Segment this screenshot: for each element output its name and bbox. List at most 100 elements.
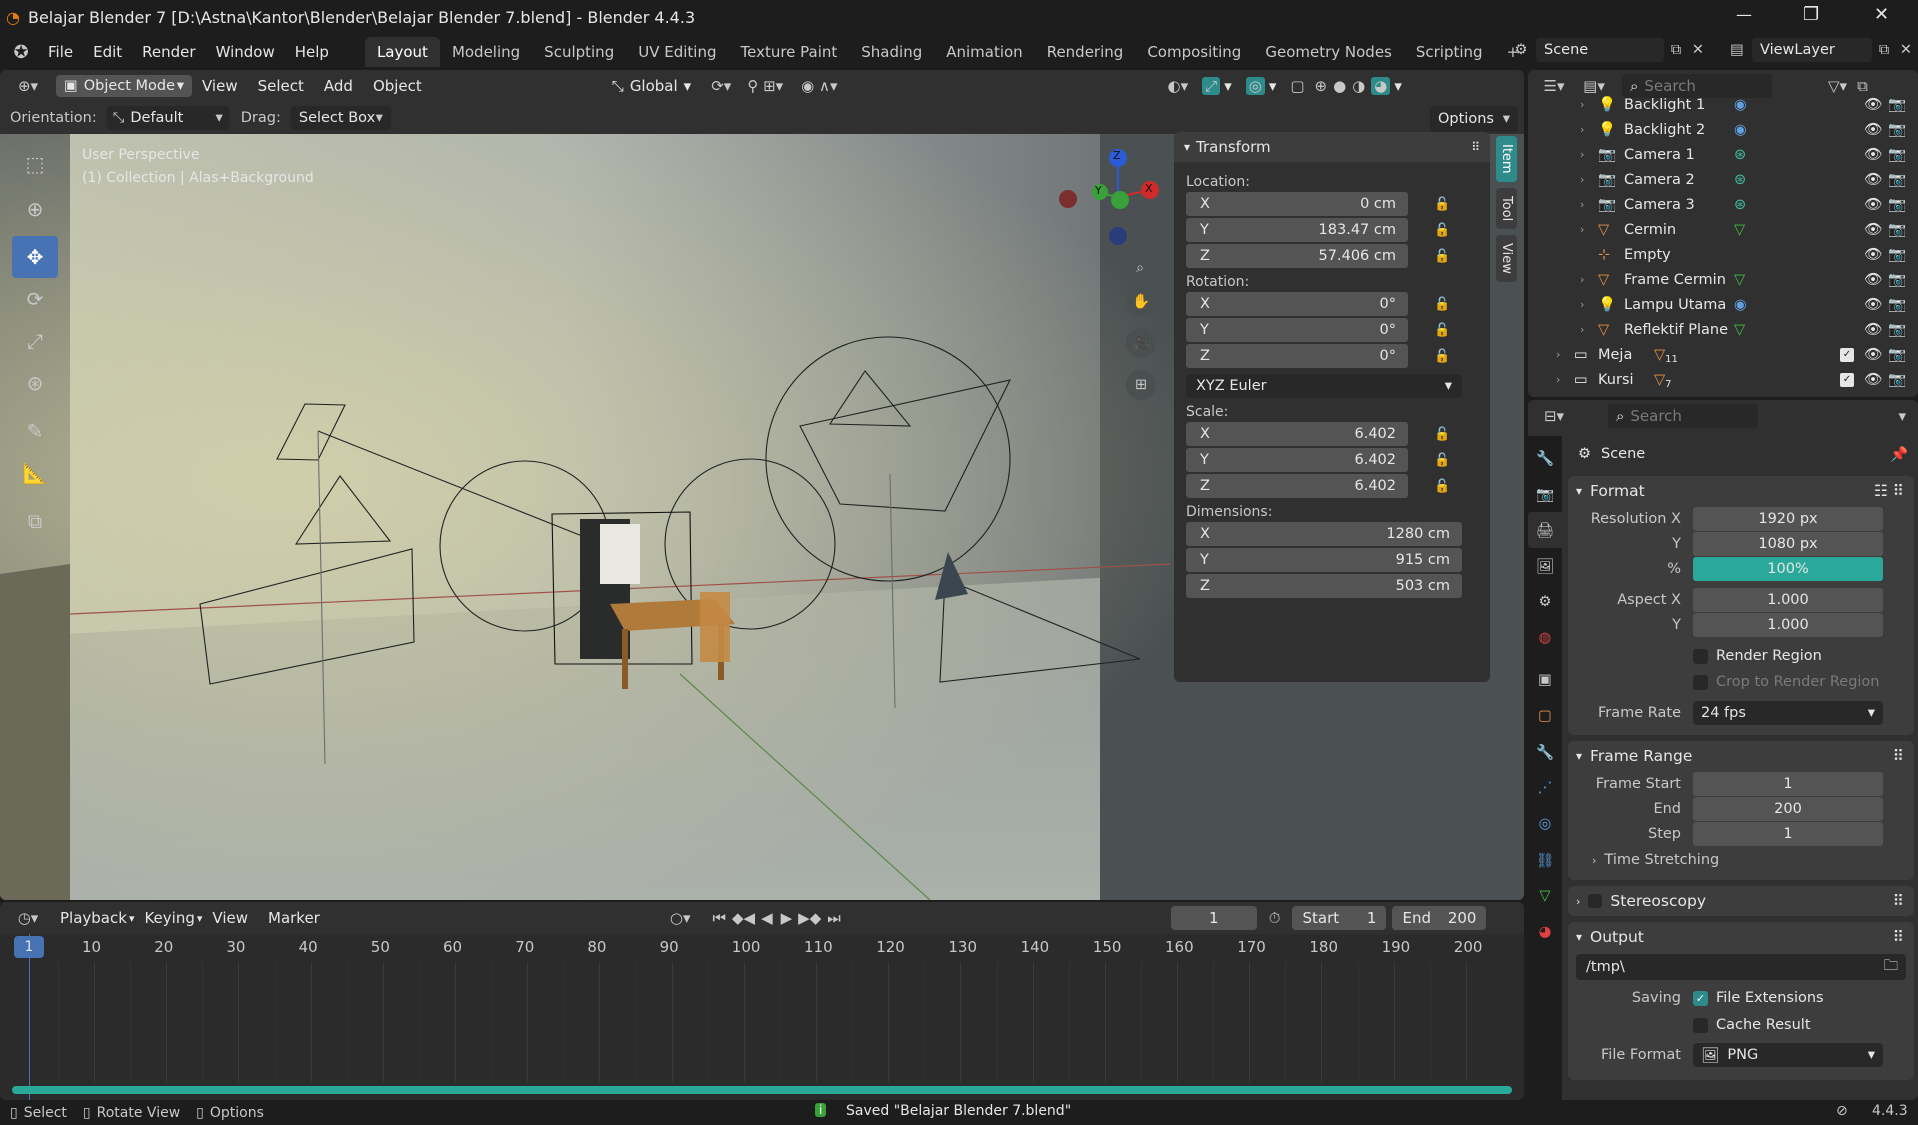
scale-z-field[interactable]: Z 6.402 bbox=[1186, 474, 1408, 498]
overlay-toggle-icon[interactable]: ◎ bbox=[1245, 77, 1265, 95]
dimensions-x-field[interactable]: X 1280 cm bbox=[1186, 522, 1462, 546]
scale-x-field[interactable]: X 6.402 bbox=[1186, 422, 1408, 446]
outliner-item[interactable]: › 💡 Lampu Utama ◉ 👁 📷 bbox=[1528, 292, 1918, 317]
render-camera-icon[interactable]: 📷 bbox=[1888, 321, 1906, 338]
expand-icon[interactable]: › bbox=[1556, 348, 1574, 361]
time-stretching-subpanel[interactable]: › Time Stretching bbox=[1568, 846, 1914, 874]
eye-icon[interactable]: 👁 bbox=[1864, 121, 1882, 138]
eye-icon[interactable]: 👁 bbox=[1864, 296, 1882, 313]
orientation-dropdown[interactable]: ⤡ Default ▾ bbox=[106, 106, 229, 130]
viewlayer-field[interactable]: ViewLayer bbox=[1752, 38, 1872, 62]
delete-scene-icon[interactable]: ✕ bbox=[1688, 42, 1708, 58]
outliner-item[interactable]: › ▽ Cermin ▽ 👁 📷 bbox=[1528, 217, 1918, 242]
render-camera-icon[interactable]: 📷 bbox=[1888, 371, 1906, 388]
frame-rate-dropdown[interactable]: 24 fps ▾ bbox=[1693, 701, 1883, 725]
outliner-item[interactable]: ⊹ Empty 👁 📷 bbox=[1528, 242, 1918, 267]
lock-icon[interactable]: 🔓 bbox=[1434, 453, 1450, 468]
timeline-menu-marker[interactable]: Marker bbox=[258, 904, 330, 932]
options-dropdown[interactable]: Options ▾ bbox=[1430, 106, 1518, 132]
expand-icon[interactable]: › bbox=[1580, 273, 1598, 286]
frame-end-field[interactable]: 200 bbox=[1693, 796, 1883, 821]
move-tool-icon[interactable]: ✥ bbox=[12, 236, 58, 278]
eye-icon[interactable]: 👁 bbox=[1864, 346, 1882, 363]
viewlayer-icon[interactable]: ▤ bbox=[1722, 42, 1752, 58]
timeline-track[interactable]: 10 20 30 40 50 60 70 80 90 100 110 120 130 140 150 160 1… bbox=[0, 934, 1524, 1100]
timeline-menu-playback[interactable]: Playback bbox=[50, 904, 137, 932]
physics-tab-icon[interactable]: ◎ bbox=[1528, 806, 1562, 842]
mode-dropdown[interactable]: ▣ Object Mode ▾ bbox=[56, 75, 192, 97]
play-icon[interactable]: ▶ bbox=[781, 909, 793, 927]
pin-icon[interactable]: 📌 bbox=[1890, 446, 1908, 463]
render-camera-icon[interactable]: 📷 bbox=[1888, 271, 1906, 288]
aspect-x-field[interactable]: 1.000 bbox=[1693, 587, 1883, 612]
dimensions-y-field[interactable]: Y 915 cm bbox=[1186, 548, 1462, 572]
minimize-button[interactable]: — bbox=[1736, 5, 1752, 24]
scene-tab-icon[interactable]: ⚙ bbox=[1528, 584, 1562, 620]
rotation-x-field[interactable]: X 0° bbox=[1186, 292, 1408, 316]
tab-compositing[interactable]: Compositing bbox=[1135, 37, 1253, 67]
expand-icon[interactable]: › bbox=[1580, 323, 1598, 336]
auto-keying-icon[interactable]: ○▾ bbox=[670, 909, 691, 927]
lock-icon[interactable]: 🔓 bbox=[1434, 249, 1450, 264]
outliner-item[interactable]: › ▽ Frame Cermin ▽ 👁 📷 bbox=[1528, 267, 1918, 292]
output-path-field[interactable]: /tmp\ 🗀 bbox=[1576, 954, 1906, 980]
outliner-item[interactable]: › 📷 Camera 2 ⊛ 👁 📷 bbox=[1528, 167, 1918, 192]
expand-icon[interactable]: › bbox=[1580, 298, 1598, 311]
lock-icon[interactable]: 🔓 bbox=[1434, 197, 1450, 212]
eye-icon[interactable]: 👁 bbox=[1864, 196, 1882, 213]
scene-field[interactable]: Scene bbox=[1536, 38, 1664, 62]
tool-tab-icon[interactable]: 🔧 bbox=[1528, 440, 1562, 476]
expand-icon[interactable]: › bbox=[1580, 98, 1598, 111]
lock-icon[interactable]: 🔓 bbox=[1434, 223, 1450, 238]
menu-file[interactable]: File bbox=[38, 38, 83, 66]
proportional-edit-icon[interactable]: ◉ ∧▾ bbox=[801, 77, 837, 95]
modifier-tab-icon[interactable]: 🔧 bbox=[1528, 734, 1562, 770]
viewport-menu-select[interactable]: Select bbox=[248, 72, 314, 100]
render-camera-icon[interactable]: 📷 bbox=[1888, 121, 1906, 138]
tab-scripting[interactable]: Scripting bbox=[1404, 37, 1495, 67]
outliner-item[interactable]: › ▽ Reflektif Plane ▽ 👁 📷 bbox=[1528, 317, 1918, 342]
drag-dropdown[interactable]: Select Box ▾ bbox=[290, 106, 391, 130]
dimensions-z-field[interactable]: Z 503 cm bbox=[1186, 574, 1462, 598]
select-box-tool-icon[interactable]: ⬚ bbox=[12, 144, 58, 184]
resolution-percent-field[interactable]: 100% bbox=[1693, 556, 1883, 581]
properties-dropdown-icon[interactable]: ▾ bbox=[1898, 407, 1906, 425]
render-camera-icon[interactable]: 📷 bbox=[1888, 96, 1906, 113]
jump-end-icon[interactable]: ⏭ bbox=[827, 909, 841, 927]
aspect-y-field[interactable]: 1.000 bbox=[1693, 612, 1883, 637]
render-camera-icon[interactable]: 📷 bbox=[1888, 246, 1906, 263]
timeline-scrollbar[interactable] bbox=[12, 1086, 1512, 1094]
new-viewlayer-icon[interactable]: ⧉ bbox=[1872, 42, 1896, 58]
rotation-y-field[interactable]: Y 0° bbox=[1186, 318, 1408, 342]
tab-rendering[interactable]: Rendering bbox=[1035, 37, 1136, 67]
render-camera-icon[interactable]: 📷 bbox=[1888, 221, 1906, 238]
material-shading-icon[interactable]: ◑ bbox=[1352, 77, 1365, 95]
tab-geometry-nodes[interactable]: Geometry Nodes bbox=[1253, 37, 1404, 67]
resolution-y-field[interactable]: 1080 px bbox=[1693, 531, 1883, 556]
solid-shading-icon[interactable]: ● bbox=[1333, 77, 1346, 95]
exclude-checkbox[interactable]: ✓ bbox=[1840, 347, 1854, 362]
new-scene-icon[interactable]: ⧉ bbox=[1664, 42, 1688, 58]
outliner-item[interactable]: › 💡 Backlight 2 ◉ 👁 📷 bbox=[1528, 117, 1918, 142]
outliner-item[interactable]: › 📷 Camera 1 ⊛ 👁 📷 bbox=[1528, 142, 1918, 167]
tab-uv-editing[interactable]: UV Editing bbox=[626, 37, 728, 67]
properties-search[interactable]: ⌕ Search bbox=[1608, 404, 1758, 428]
file-format-dropdown[interactable]: 🖼 PNG ▾ bbox=[1693, 1043, 1883, 1067]
cursor-tool-icon[interactable]: ⊕ bbox=[12, 188, 58, 230]
transform-panel-header[interactable]: ▾ Transform ⠿ bbox=[1174, 132, 1490, 162]
material-tab-icon[interactable]: ◕ bbox=[1528, 914, 1562, 950]
output-tab-icon[interactable]: 🖨 bbox=[1528, 512, 1562, 548]
render-camera-icon[interactable]: 📷 bbox=[1888, 171, 1906, 188]
pivot-icon[interactable]: ⟳▾ bbox=[711, 77, 731, 95]
rotate-tool-icon[interactable]: ⟳ bbox=[12, 278, 58, 320]
playhead[interactable]: 1 bbox=[14, 936, 44, 958]
tab-item[interactable]: Item bbox=[1496, 136, 1517, 182]
expand-icon[interactable]: › bbox=[1580, 173, 1598, 186]
3d-viewport[interactable]: ⊕▾ ▣ Object Mode ▾ View Select Add Object … bbox=[0, 70, 1524, 900]
expand-icon[interactable]: › bbox=[1580, 148, 1598, 161]
world-tab-icon[interactable]: ◍ bbox=[1528, 620, 1562, 656]
format-panel-header[interactable]: ▾ Format ☷ ⠿ bbox=[1568, 476, 1914, 506]
expand-icon[interactable]: › bbox=[1556, 373, 1574, 386]
measure-tool-icon[interactable]: 📐 bbox=[12, 452, 58, 494]
presets-icon[interactable]: ☷ ⠿ bbox=[1874, 482, 1904, 500]
